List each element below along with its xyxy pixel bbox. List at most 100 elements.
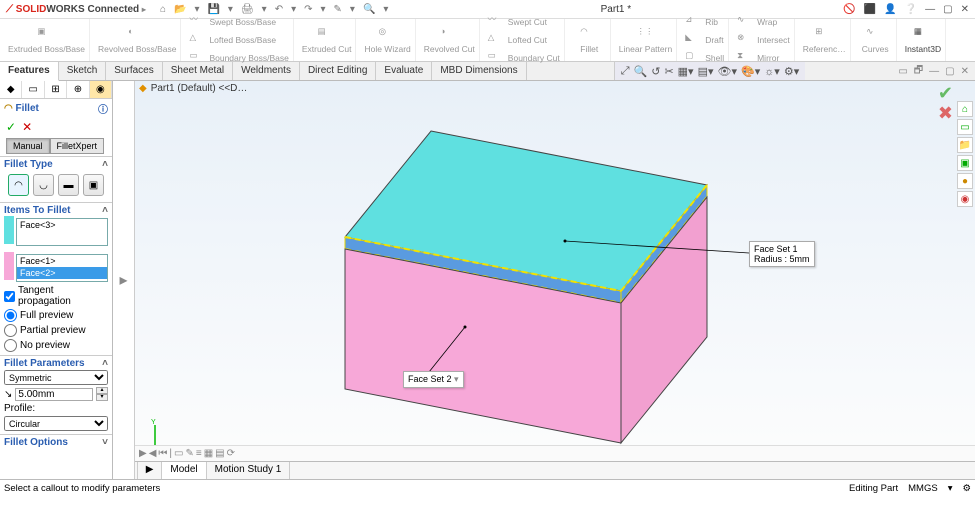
tangent-prop-checkbox[interactable] xyxy=(4,291,15,302)
list-item[interactable]: Face<2> xyxy=(17,267,107,279)
zoom-fit-icon[interactable]: ⤢ xyxy=(621,65,630,78)
view-settings-icon[interactable]: ⚙▾ xyxy=(784,65,799,78)
feature-flyout-1[interactable]: ⊿Rib ◣Draft ▢Shell xyxy=(681,19,729,61)
window-control-1[interactable]: ⬛ xyxy=(864,4,876,15)
cmd-tab-surfaces[interactable]: Surfaces xyxy=(106,62,162,80)
view-tabs[interactable]: ◀ ▶ Model Motion Study 1 xyxy=(135,461,975,479)
extruded-boss-button[interactable]: ▣Extruded Boss/Base xyxy=(4,19,90,61)
pane-window-controls[interactable]: ▭ 🗗 — ▢ ✕ xyxy=(892,62,975,80)
status-message: Select a callout to modify parameters xyxy=(4,483,160,494)
qa-icon-8[interactable]: ▾ xyxy=(291,4,296,15)
pm-tab-row[interactable]: ◆ ▭ ⊞ ⊕ ◉ xyxy=(0,81,112,99)
section-view-icon[interactable]: ✂ xyxy=(664,65,673,78)
face-set-2-list[interactable]: Face<1> Face<2> xyxy=(16,254,108,282)
hole-wizard-button[interactable]: ◎Hole Wizard xyxy=(360,19,415,61)
pm-tab-active-icon[interactable]: ◉ xyxy=(90,81,112,98)
qa-icon-12[interactable]: ▾ xyxy=(350,4,355,15)
pm-tab-feature-icon[interactable]: ◆ xyxy=(0,81,22,98)
fillet-options-section: Fillet Options˅ xyxy=(0,434,112,450)
face-set-1-callout[interactable]: Face Set 1 Radius : 5mm xyxy=(749,241,815,267)
reference-geometry-button[interactable]: ⊞Referenc… xyxy=(799,19,851,61)
fillet-type-constant-icon[interactable]: ◠ xyxy=(8,174,29,196)
heads-up-view-toolbar[interactable]: ⤢ 🔍 ↺ ✂ ▦▾ ▤▾ 👁▾ 🎨▾ ☼▾ ⚙▾ xyxy=(614,62,806,80)
cmd-tab-features[interactable]: Features xyxy=(0,62,59,81)
editing-mode-label: Editing Part xyxy=(849,483,898,494)
face-set-2-callout[interactable]: Face Set 2 ▾ xyxy=(403,371,464,388)
cmd-tab-direct-editing[interactable]: Direct Editing xyxy=(300,62,376,80)
cmd-tab-evaluate[interactable]: Evaluate xyxy=(376,62,432,80)
window-control-6[interactable]: ✕ xyxy=(961,4,969,15)
ok-button[interactable]: ✓ xyxy=(6,120,16,134)
symmetry-select[interactable]: Symmetric xyxy=(4,370,108,385)
curves-button[interactable]: ∿Curves xyxy=(855,19,897,61)
status-settings-icon[interactable]: ⚙ xyxy=(962,483,971,494)
callout-radius-value[interactable]: 5mm xyxy=(790,254,810,264)
fillet-type-full-icon[interactable]: ▣ xyxy=(83,174,104,196)
extruded-cut-button[interactable]: ▤Extruded Cut xyxy=(298,19,357,61)
status-menu-icon[interactable]: ▾ xyxy=(948,483,953,494)
display-style-icon[interactable]: ▤▾ xyxy=(698,65,714,78)
full-preview-radio[interactable] xyxy=(4,309,17,322)
cascade-icon[interactable]: 🗗 xyxy=(914,63,923,80)
cancel-button[interactable]: ✕ xyxy=(22,120,32,134)
graphics-viewport[interactable]: ◆Part1 (Default) <<D… ✔ ✖ ⌂ ▭ 📁 ▣ ● ◉ xyxy=(135,81,975,479)
radius-input[interactable]: 5.00mm xyxy=(15,388,93,401)
maximize-pane-icon[interactable]: ▢ xyxy=(945,66,954,77)
cut-flyout[interactable]: 〰Swept Cut △Lofted Cut ▭Boundary Cut xyxy=(484,19,565,61)
fillet-type-face-icon[interactable]: ▬ xyxy=(58,174,79,196)
feature-flyout-2[interactable]: ∿Wrap ⊗Intersect ⧗Mirror xyxy=(733,19,795,61)
list-item[interactable]: Face<3> xyxy=(17,219,107,231)
revolved-boss-button[interactable]: ◐Revolved Boss/Base xyxy=(94,19,181,61)
profile-select[interactable]: Circular xyxy=(4,416,108,431)
partial-preview-radio[interactable] xyxy=(4,324,17,337)
boss-flyout[interactable]: 〰Swept Boss/Base △Lofted Boss/Base ▭Boun… xyxy=(185,19,293,61)
units-label[interactable]: MMGS xyxy=(908,483,938,494)
window-control-5[interactable]: ▢ xyxy=(943,4,952,15)
edit-appearance-icon[interactable]: 🎨▾ xyxy=(741,65,760,78)
cmd-tab-sketch[interactable]: Sketch xyxy=(59,62,107,80)
fillet-type-variable-icon[interactable]: ◡ xyxy=(33,174,54,196)
prev-view-icon[interactable]: ↺ xyxy=(651,65,660,78)
face-set-1-list[interactable]: Face<3> xyxy=(16,218,108,246)
zoom-window-icon[interactable]: 🔍 xyxy=(634,65,648,78)
qa-icon-10[interactable]: ▾ xyxy=(321,4,326,15)
apply-scene-icon[interactable]: ☼▾ xyxy=(764,65,780,78)
pm-tab-config-icon[interactable]: ▭ xyxy=(22,81,44,98)
qa-icon-9[interactable]: ↷ xyxy=(304,4,312,15)
hide-show-icon[interactable]: 👁▾ xyxy=(718,65,738,78)
qa-icon-11[interactable]: ✎ xyxy=(334,4,342,15)
qa-icon-1[interactable]: 📂 xyxy=(174,4,186,15)
window-control-4[interactable]: — xyxy=(925,4,935,15)
cmd-tab-mbd-dimensions[interactable]: MBD Dimensions xyxy=(432,62,526,80)
svg-text:Y: Y xyxy=(151,419,156,426)
manual-tab[interactable]: Manual xyxy=(6,138,50,154)
nav-right-icon[interactable]: ▶ xyxy=(138,462,163,479)
radius-stepper[interactable]: ▴▾ xyxy=(96,387,108,401)
view-orientation-icon[interactable]: ▦▾ xyxy=(678,65,694,78)
list-item[interactable]: Face<1> xyxy=(17,255,107,267)
window-control-2[interactable]: 👤 xyxy=(884,4,896,15)
instant3d-button[interactable]: ▦Instant3D xyxy=(901,19,946,61)
help-icon[interactable]: ⓘ xyxy=(98,101,108,116)
filletxpert-tab[interactable]: FilletXpert xyxy=(50,138,105,154)
model-tab[interactable]: Model xyxy=(162,462,206,479)
motion-study-tab[interactable]: Motion Study 1 xyxy=(207,462,291,479)
qa-icon-13[interactable]: 🔍 xyxy=(363,4,375,15)
fillet-button[interactable]: ◠Fillet xyxy=(569,19,611,61)
revolved-cut-button[interactable]: ◑Revolved Cut xyxy=(420,19,480,61)
window-control-3[interactable]: ❔ xyxy=(905,4,917,15)
window-control-0[interactable]: 🚫 xyxy=(843,4,855,15)
qa-icon-0[interactable]: ⌂ xyxy=(160,4,166,15)
flyout-tree-toggle[interactable]: ▸ xyxy=(113,81,135,479)
pm-tab-display-icon[interactable]: ⊞ xyxy=(45,81,67,98)
tile-icon[interactable]: ▭ xyxy=(898,66,907,77)
cmd-tab-sheet-metal[interactable]: Sheet Metal xyxy=(163,62,233,80)
minimize-pane-icon[interactable]: — xyxy=(929,66,939,77)
motion-toolbar[interactable]: ▶◀⏮|▭✎≡▦▤⟳ xyxy=(135,445,975,461)
linear-pattern-button[interactable]: ⋮⋮Linear Pattern xyxy=(615,19,677,61)
no-preview-radio[interactable] xyxy=(4,339,17,352)
pm-mode-switch[interactable]: Manual FilletXpert xyxy=(6,138,106,154)
pm-tab-prop-icon[interactable]: ⊕ xyxy=(67,81,89,98)
close-pane-icon[interactable]: ✕ xyxy=(961,66,969,77)
cmd-tab-weldments[interactable]: Weldments xyxy=(233,62,300,80)
